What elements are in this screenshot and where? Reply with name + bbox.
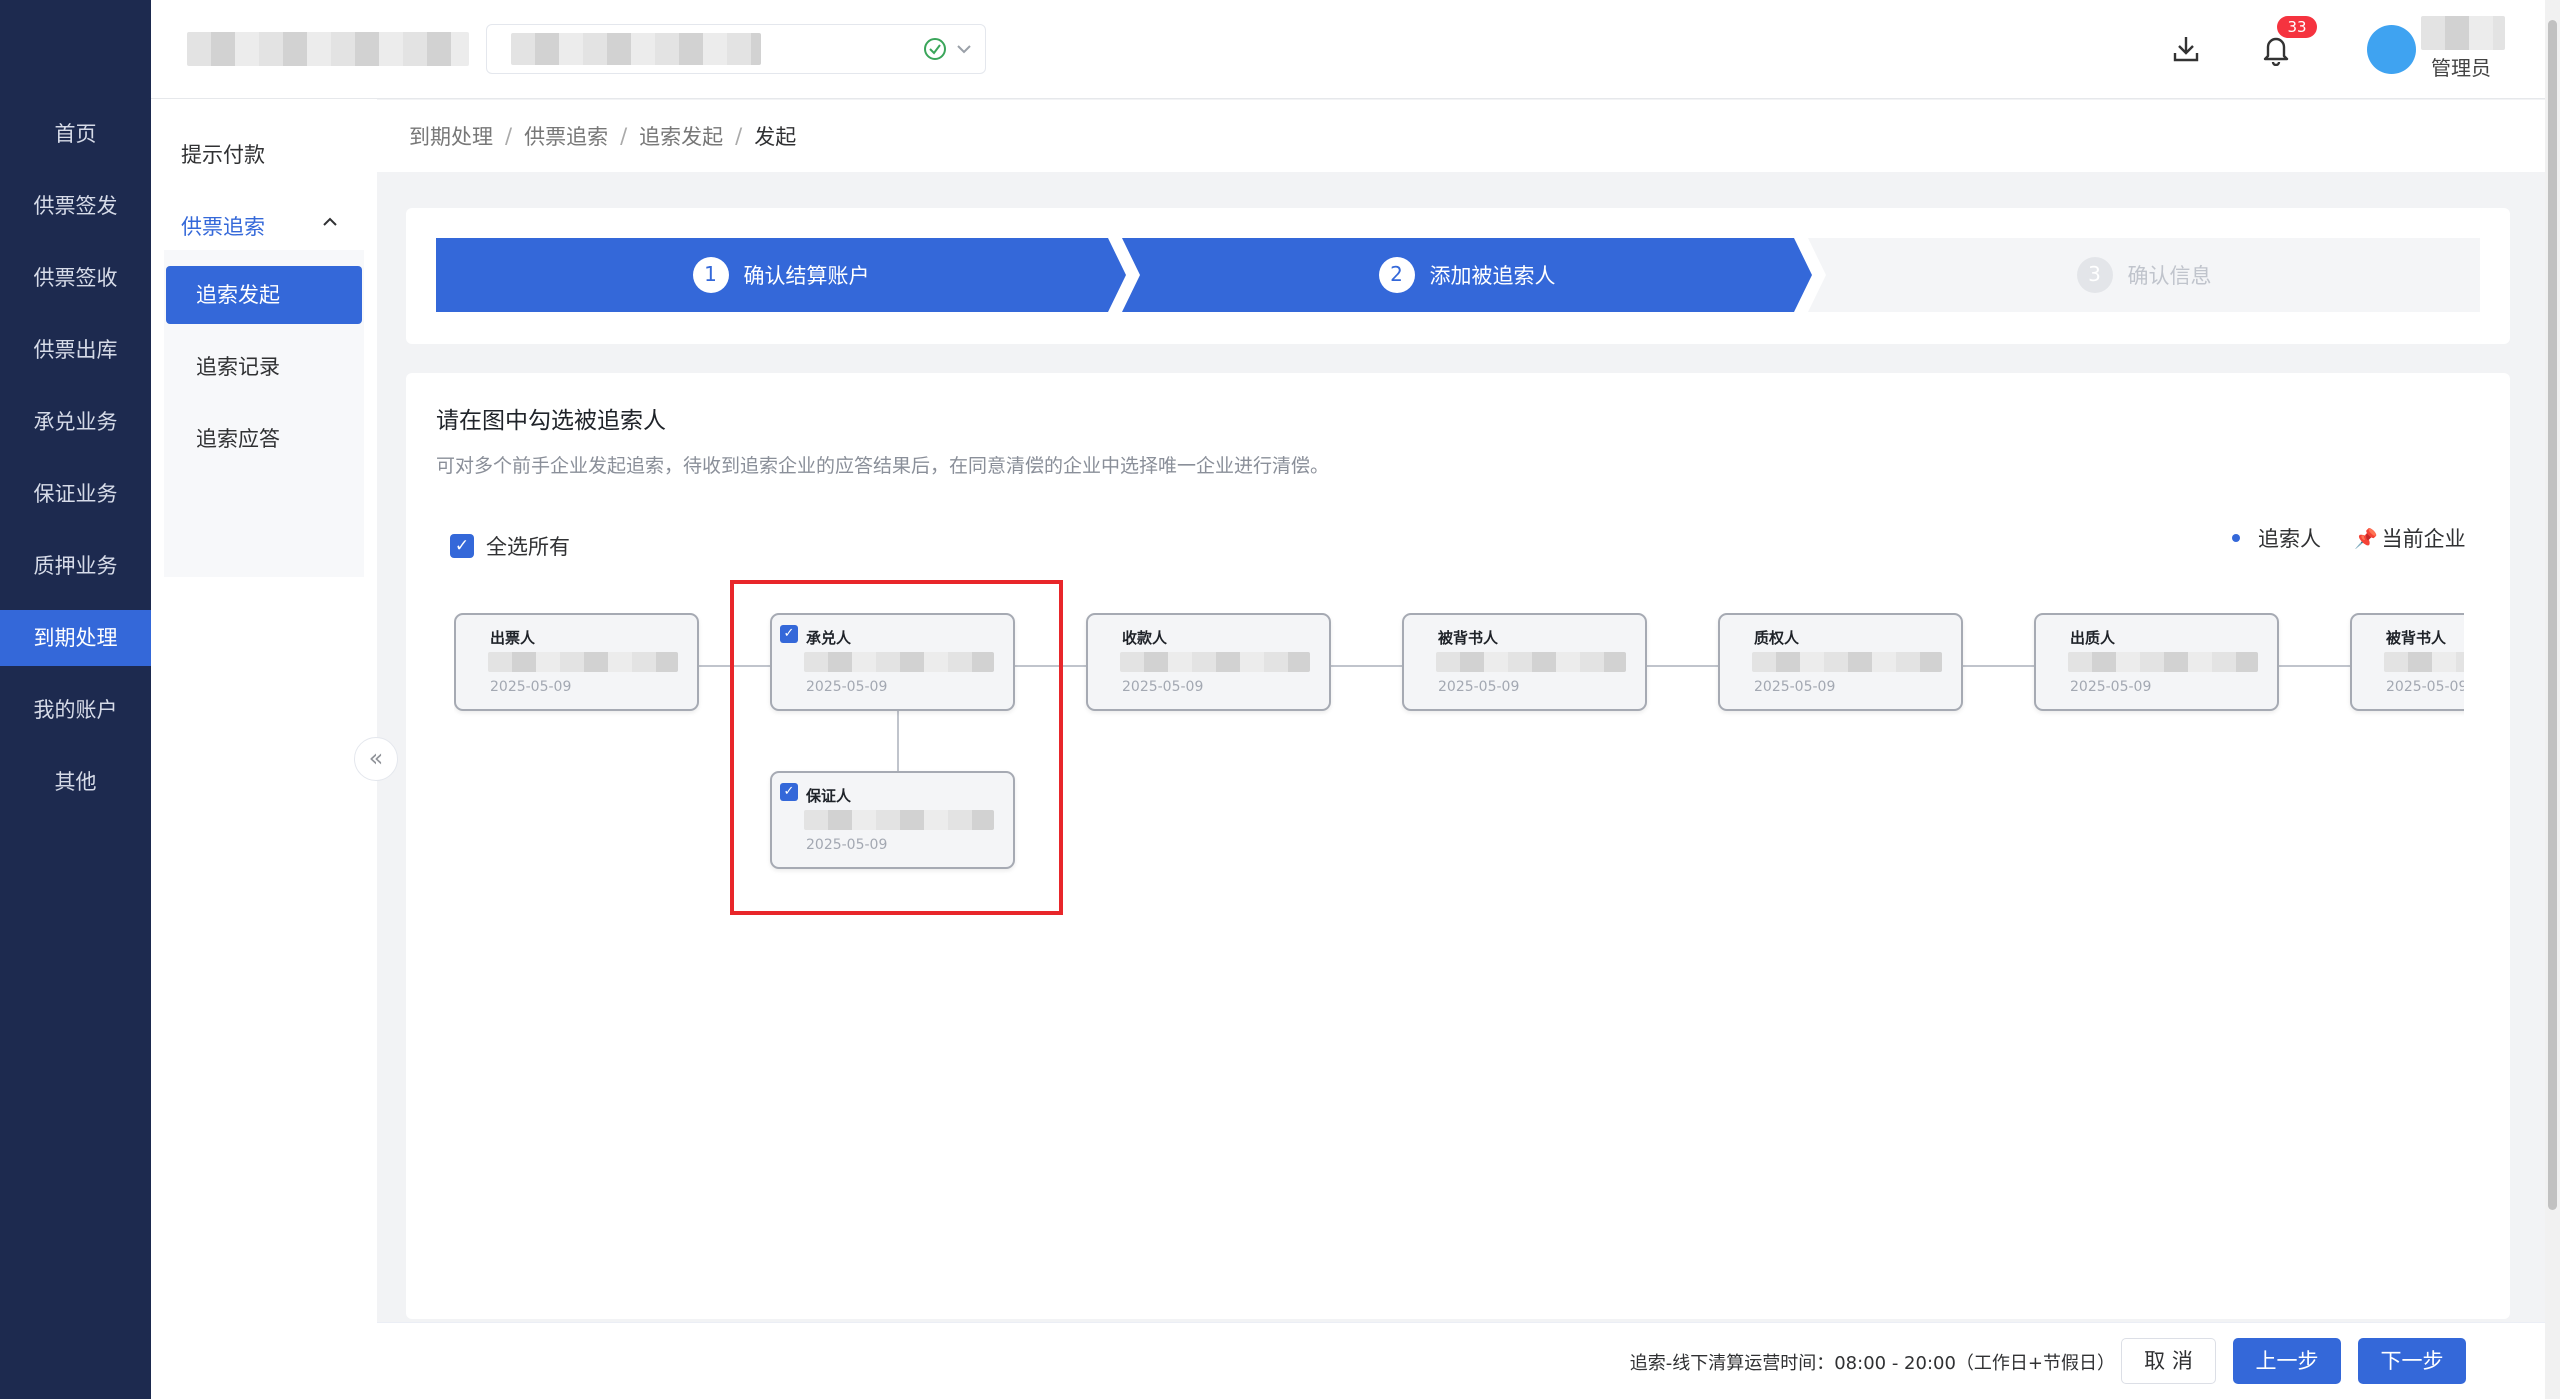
subnav-item-recourse-response[interactable]: 追索应答: [166, 410, 362, 468]
prev-step-button[interactable]: 上一步: [2233, 1338, 2341, 1384]
node-name-blurred: [488, 652, 678, 672]
node-date: 2025-05-09: [1438, 679, 1520, 695]
node-role: 出票人: [490, 629, 536, 647]
nav-item-maturity[interactable]: 到期处理: [0, 610, 151, 666]
breadcrumb: 到期处理 / 供票追索 / 追索发起 / 发起: [377, 100, 2545, 172]
recourse-selection-card: 请在图中勾选被追索人 可对多个前手企业发起追索，待收到追索企业的应答结果后，在同…: [406, 373, 2510, 1319]
page-scrollbar[interactable]: [2545, 0, 2560, 1399]
node-pledgee: 质权人 2025-05-09: [1718, 613, 1963, 711]
checkbox-checked-icon: ✓: [450, 534, 474, 558]
subnav-item-recourse-records[interactable]: 追索记录: [166, 338, 362, 396]
legend-current: 📌 当前企业: [2354, 523, 2466, 553]
node-role: 质权人: [1754, 629, 1800, 647]
pin-icon: 📌: [2354, 527, 2378, 550]
node-date: 2025-05-09: [1754, 679, 1836, 695]
org-name-blurred: [511, 33, 761, 65]
select-all-checkbox[interactable]: ✓ 全选所有: [450, 531, 570, 561]
nav-item-other[interactable]: 其他: [0, 754, 151, 810]
breadcrumb-item[interactable]: 供票追索: [524, 121, 608, 151]
avatar[interactable]: [2367, 25, 2416, 74]
steps-card: 1 确认结算账户 2 添加被追索人 3 确认信息: [406, 208, 2510, 344]
breadcrumb-separator: /: [505, 124, 513, 148]
operating-hours-note: 追索-线下清算运营时间：08:00 - 20:00（工作日+节假日）: [1629, 1353, 2115, 1374]
nav-item-receive[interactable]: 供票签收: [0, 250, 151, 306]
node-date: 2025-05-09: [2070, 679, 2152, 695]
node-name-blurred: [1752, 652, 1942, 672]
node-endorsee: 被背书人 2025-05-09: [1402, 613, 1647, 711]
download-icon[interactable]: [2165, 28, 2207, 70]
node-endorsee-2: 被背书人 2025-05-09: [2350, 613, 2464, 711]
nav-item-outbound[interactable]: 供票出库: [0, 322, 151, 378]
node-name-blurred: [1120, 652, 1310, 672]
subnav-group-recourse[interactable]: 供票追索: [181, 211, 265, 241]
step-number: 2: [1378, 257, 1415, 293]
scrollbar-thumb[interactable]: [2548, 20, 2557, 1210]
node-date: 2025-05-09: [2386, 679, 2464, 695]
breadcrumb-current: 发起: [754, 125, 797, 149]
collapse-sidebar-button[interactable]: «: [354, 737, 398, 781]
section-title: 请在图中勾选被追索人: [436, 408, 666, 434]
step-number: 1: [692, 257, 729, 293]
chevron-down-icon: [953, 38, 975, 64]
breadcrumb-item[interactable]: 追索发起: [639, 121, 723, 151]
subnav-item-recourse-initiate[interactable]: 追索发起: [166, 266, 362, 324]
node-name-blurred: [2384, 652, 2464, 672]
nav-item-home[interactable]: 首页: [0, 106, 151, 162]
node-name-blurred: [1436, 652, 1626, 672]
node-pledgor: 出质人 2025-05-09: [2034, 613, 2279, 711]
step-label: 确认信息: [2127, 264, 2212, 288]
nav-item-pledge[interactable]: 质押业务: [0, 538, 151, 594]
nav-item-acceptance[interactable]: 承兑业务: [0, 394, 151, 450]
node-role: 被背书人: [2386, 629, 2447, 647]
logo-blurred: [187, 32, 469, 66]
step-label: 添加被追索人: [1429, 264, 1556, 288]
nav-item-guarantee[interactable]: 保证业务: [0, 466, 151, 522]
org-select[interactable]: [486, 24, 986, 74]
cancel-button[interactable]: 取 消: [2121, 1338, 2216, 1384]
breadcrumb-item[interactable]: 到期处理: [409, 121, 493, 151]
legend-recourse: 追索人: [2232, 523, 2321, 553]
node-role: 被背书人: [1438, 629, 1499, 647]
node-role: 出质人: [2070, 629, 2116, 647]
node-drawer: 出票人 2025-05-09: [454, 613, 699, 711]
primary-nav: 首页 供票签发 供票签收 供票出库 承兑业务 保证业务 质押业务 到期处理 我的…: [0, 0, 151, 1399]
action-footer: 追索-线下清算运营时间：08:00 - 20:00（工作日+节假日） 取 消 上…: [377, 1322, 2545, 1399]
check-circle-icon: [922, 36, 948, 66]
node-role: 收款人: [1122, 629, 1168, 647]
breadcrumb-separator: /: [735, 124, 743, 148]
highlight-box: [730, 580, 1063, 915]
breadcrumb-separator: /: [620, 124, 628, 148]
node-date: 2025-05-09: [1122, 679, 1204, 695]
step-add-recourse-target: 2 添加被追索人: [1122, 238, 1812, 312]
select-all-label: 全选所有: [486, 535, 570, 559]
step-number: 3: [2076, 257, 2113, 293]
node-date: 2025-05-09: [490, 679, 572, 695]
legend-label: 当前企业: [2381, 527, 2466, 551]
section-description: 可对多个前手企业发起追索，待收到追索企业的应答结果后，在同意清偿的企业中选择唯一…: [436, 455, 1330, 477]
step-confirm-info: 3 确认信息: [1808, 238, 2480, 312]
username-blurred: [2421, 16, 2505, 50]
notification-badge: 33: [2277, 16, 2317, 38]
nav-item-account[interactable]: 我的账户: [0, 682, 151, 738]
user-role-label: 管理员: [2431, 56, 2491, 80]
node-name-blurred: [2068, 652, 2258, 672]
chevron-up-icon[interactable]: [319, 211, 341, 237]
step-confirm-account: 1 确认结算账户: [436, 238, 1126, 312]
legend-label: 追索人: [2258, 527, 2321, 551]
subnav-item-prompt-payment[interactable]: 提示付款: [181, 139, 265, 169]
nav-item-issue[interactable]: 供票签发: [0, 178, 151, 234]
top-header: 33 管理员: [151, 0, 2545, 99]
node-payee: 收款人 2025-05-09: [1086, 613, 1331, 711]
step-label: 确认结算账户: [743, 264, 870, 288]
next-step-button[interactable]: 下一步: [2358, 1338, 2466, 1384]
dot-icon: [2232, 534, 2240, 542]
